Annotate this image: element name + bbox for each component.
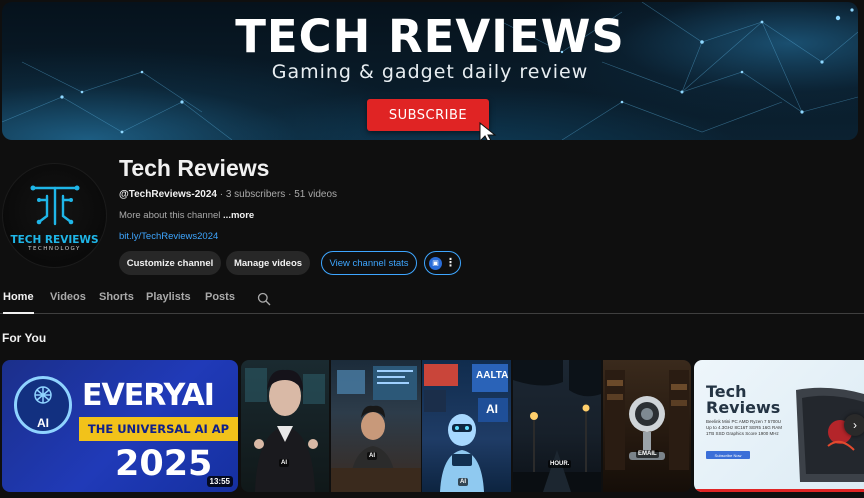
video-thumbnail-person[interactable]: AI	[241, 360, 329, 492]
thumb-title: Tech Reviews	[706, 384, 780, 416]
video-thumbnail-monitors[interactable]: AI	[331, 360, 421, 492]
thumb-tag: EMAIL	[636, 450, 659, 458]
thumb-tag: AI	[458, 478, 468, 486]
thumb-banner: THE UNIVERSAL AI AP	[79, 417, 238, 441]
manage-videos-button[interactable]: Manage videos	[226, 251, 310, 275]
thumb-tag: AI	[279, 459, 289, 467]
channel-tabs: Home Videos Shorts Playlists Posts	[0, 284, 864, 314]
tab-videos[interactable]: Videos	[50, 291, 86, 303]
search-icon[interactable]	[257, 292, 271, 306]
banner-tagline: Gaming & gadget daily review	[271, 61, 589, 83]
tab-playlists[interactable]: Playlists	[146, 291, 191, 303]
view-channel-stats-button[interactable]: View channel stats	[321, 251, 417, 275]
meta-separator: ·	[216, 189, 226, 200]
thumb-subscribe-button: Subscribe Now	[706, 451, 750, 459]
thumb-ai-text: AI	[486, 402, 498, 416]
channel-banner: TECH REVIEWS Gaming & gadget daily revie…	[2, 2, 858, 140]
street-night-icon	[513, 360, 601, 492]
description-text: More about this channel	[119, 210, 221, 221]
customize-channel-button[interactable]: Customize channel	[119, 251, 221, 275]
thumb-title-line2: Reviews	[706, 398, 781, 417]
channel-meta: @TechReviews-2024 · 3 subscribers · 51 v…	[119, 189, 337, 200]
person-figure-icon	[245, 368, 325, 492]
tab-home[interactable]: Home	[3, 291, 34, 314]
thumb-specs: Beelink Mini PC AMD Ryzen 7 5700U Up to …	[706, 419, 782, 436]
video-thumbnail-webcam[interactable]: EMAIL	[603, 360, 691, 492]
thumb-brand: AALTA	[476, 370, 509, 381]
thumb-tag: HOUR.	[548, 460, 572, 468]
video-count: 51 videos	[294, 189, 338, 200]
channel-description[interactable]: More about this channel ...more	[119, 210, 254, 221]
more-vert-icon: ⋮	[445, 256, 456, 269]
thumb-year: 2025	[115, 444, 213, 484]
chevron-right-icon[interactable]: ›	[844, 414, 864, 436]
avatar-subtitle: TECHNOLOGY	[28, 246, 81, 252]
tab-shorts[interactable]: Shorts	[99, 291, 134, 303]
video-thumbnail-robot[interactable]: AALTA AI AI	[422, 360, 511, 492]
thumb-tag: AI	[367, 452, 377, 460]
monitors-scene-icon	[331, 366, 421, 492]
banner-subscribe-button[interactable]: SUBSCRIBE	[367, 99, 489, 131]
watch-progress-bar	[694, 489, 864, 492]
video-thumbnail-everyai[interactable]: AI EVERYAI THE UNIVERSAL AI AP 2025 13:5…	[2, 360, 238, 492]
more-link[interactable]: ...more	[223, 210, 254, 221]
tab-posts[interactable]: Posts	[205, 291, 235, 303]
webcam-icon	[605, 370, 689, 470]
video-thumbnail-street[interactable]: HOUR.	[513, 360, 601, 492]
channel-name: Tech Reviews	[119, 155, 270, 181]
thumb-headline: EVERYAI	[82, 378, 215, 413]
channel-link[interactable]: bit.ly/TechReviews2024	[119, 231, 218, 242]
ai-label: AI	[37, 416, 49, 430]
channel-handle: @TechReviews-2024	[119, 189, 217, 200]
subscriber-count: 3 subscribers	[225, 189, 286, 200]
banner-title: TECH REVIEWS	[235, 10, 625, 63]
video-duration: 13:55	[206, 476, 233, 487]
ai-chip-icon: AI	[14, 376, 72, 434]
more-options-button[interactable]: ▣ ⋮	[424, 251, 461, 275]
studio-badge-icon: ▣	[429, 256, 442, 270]
avatar-title: TECH REVIEWS	[10, 234, 99, 246]
section-title: For You	[2, 331, 47, 345]
circuit-logo-icon	[30, 185, 80, 226]
cursor-icon	[479, 122, 497, 140]
video-thumbnail-mini-pc[interactable]: Tech Reviews Beelink Mini PC AMD Ryzen 7…	[694, 360, 864, 492]
channel-avatar[interactable]: TECH REVIEWS TECHNOLOGY	[2, 163, 107, 268]
meta-separator: ·	[285, 189, 295, 200]
